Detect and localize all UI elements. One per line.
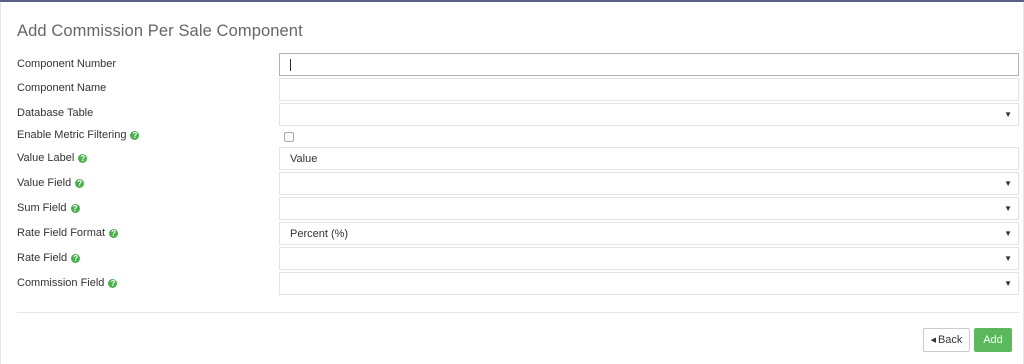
rate-field-format-value: Percent (%): [290, 228, 349, 240]
enable-metric-filtering-label: Enable Metric Filtering ?: [17, 129, 140, 141]
page-title: Add Commission Per Sale Component: [17, 22, 303, 40]
value-field-label-text: Value Field: [17, 177, 72, 189]
help-icon[interactable]: ?: [130, 130, 140, 140]
back-button[interactable]: ◀ Back: [923, 328, 970, 352]
chevron-down-icon: ▼: [1004, 179, 1012, 188]
enable-metric-filtering-label-text: Enable Metric Filtering: [17, 129, 127, 141]
database-table-label: Database Table: [17, 107, 93, 119]
help-icon[interactable]: ?: [108, 278, 118, 288]
rate-field-format-label-text: Rate Field Format: [17, 227, 106, 239]
value-field-label: Value Field ?: [17, 177, 85, 189]
chevron-down-icon: ▼: [1004, 204, 1012, 213]
commission-field-label-text: Commission Field: [17, 277, 105, 289]
text-cursor: [290, 59, 291, 71]
chevron-down-icon: ▼: [1004, 229, 1012, 238]
form-divider: [17, 312, 1019, 313]
add-button[interactable]: Add: [974, 328, 1012, 352]
component-number-label: Component Number: [17, 58, 116, 70]
commission-field-label: Commission Field ?: [17, 277, 118, 289]
value-label-label-text: Value Label: [17, 152, 75, 164]
component-name-label: Component Name: [17, 82, 106, 94]
help-icon[interactable]: ?: [78, 153, 88, 163]
commission-field-select[interactable]: ▼: [279, 272, 1019, 295]
help-icon[interactable]: ?: [109, 228, 119, 238]
form-panel: Add Commission Per Sale Component Compon…: [0, 2, 1024, 364]
value-field-select[interactable]: ▼: [279, 172, 1019, 195]
database-table-label-text: Database Table: [17, 107, 94, 119]
caret-left-icon: ◀: [930, 337, 936, 344]
sum-field-label-text: Sum Field: [17, 202, 67, 214]
chevron-down-icon: ▼: [1004, 279, 1012, 288]
value-label-label: Value Label ?: [17, 152, 88, 164]
chevron-down-icon: ▼: [1004, 110, 1012, 119]
database-table-select[interactable]: ▼: [279, 103, 1019, 126]
help-icon[interactable]: ?: [70, 203, 80, 213]
value-label-value: Value: [290, 153, 318, 165]
back-button-label: Back: [937, 334, 963, 346]
chevron-down-icon: ▼: [1004, 254, 1012, 263]
rate-field-select[interactable]: ▼: [279, 247, 1019, 270]
component-number-label-text: Component Number: [17, 58, 117, 70]
rate-field-label-text: Rate Field: [17, 252, 68, 264]
component-name-label-text: Component Name: [17, 82, 107, 94]
sum-field-label: Sum Field ?: [17, 202, 80, 214]
sum-field-select[interactable]: ▼: [279, 197, 1019, 220]
rate-field-format-select[interactable]: Percent (%) ▼: [279, 222, 1019, 245]
value-label-input[interactable]: Value: [279, 147, 1019, 170]
rate-field-format-label: Rate Field Format ?: [17, 227, 119, 239]
enable-metric-filtering-checkbox[interactable]: [284, 132, 294, 142]
add-button-label: Add: [983, 334, 1003, 346]
component-number-input[interactable]: [279, 53, 1019, 76]
help-icon[interactable]: ?: [71, 253, 81, 263]
help-icon[interactable]: ?: [75, 178, 85, 188]
component-name-input[interactable]: [279, 78, 1019, 101]
rate-field-label: Rate Field ?: [17, 252, 81, 264]
